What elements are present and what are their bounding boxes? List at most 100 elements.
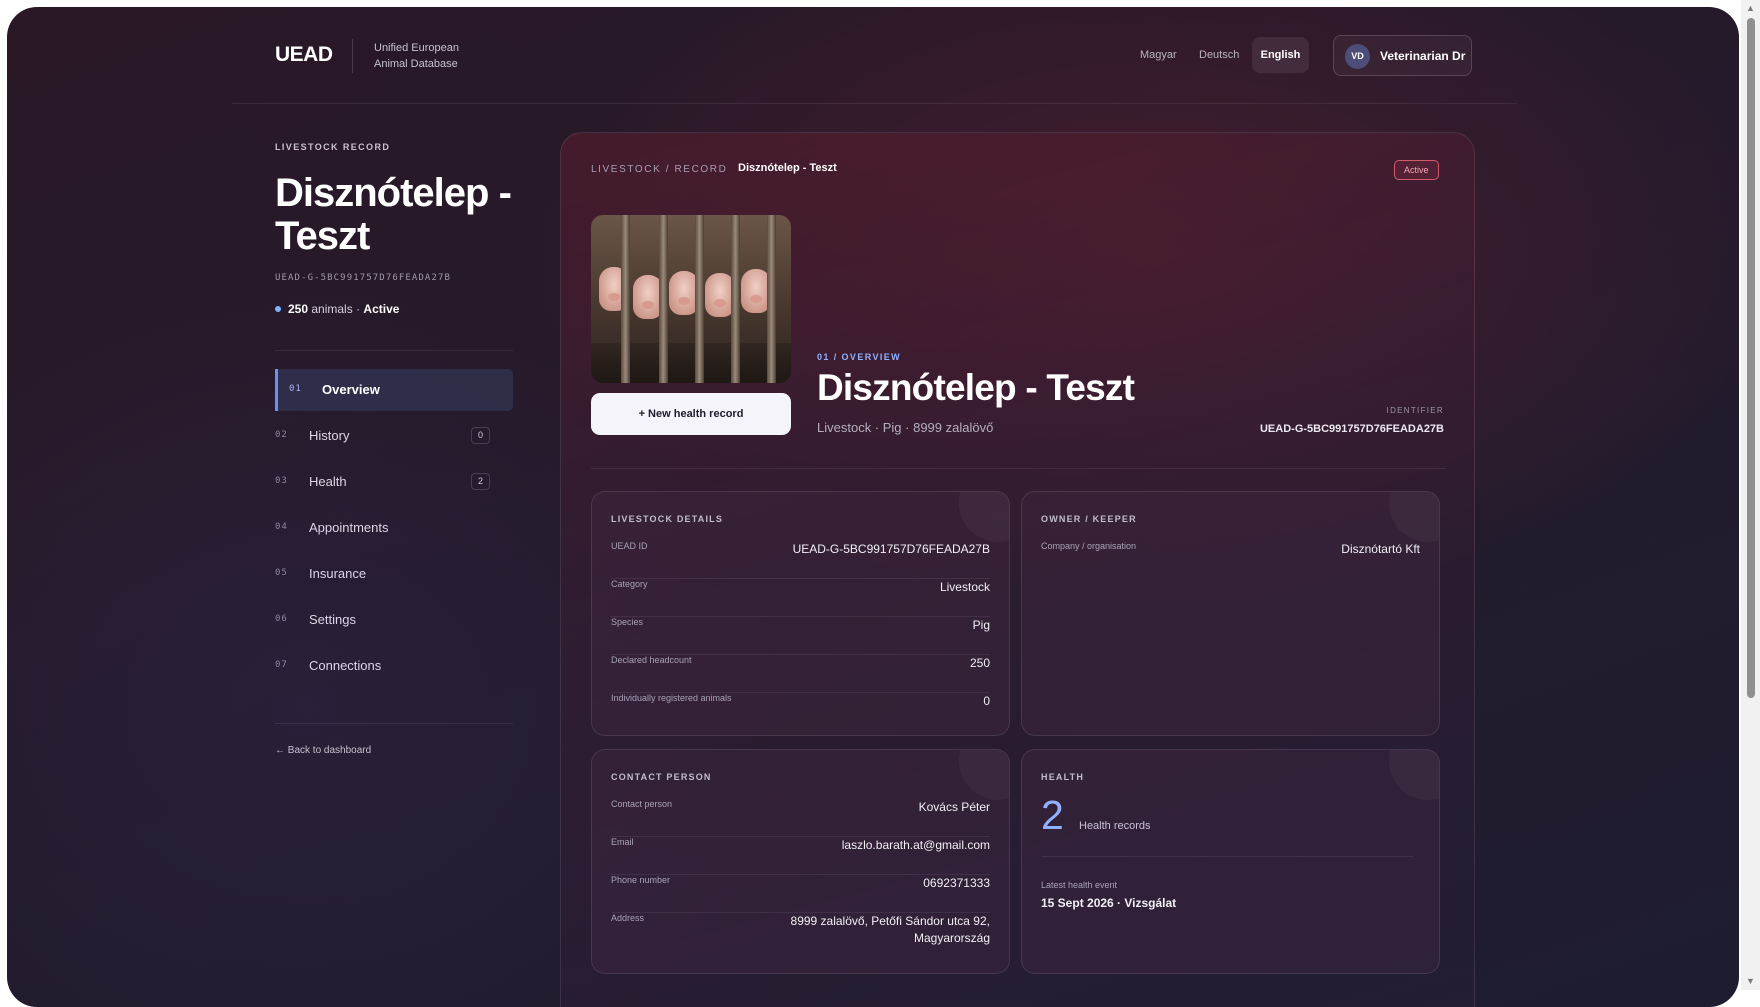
detail-row: UEAD ID UEAD-G-5BC991757D76FEADA27B <box>611 541 990 579</box>
pen-bar <box>659 215 668 383</box>
detail-label: Email <box>611 837 634 847</box>
owner-keeper-card: OWNER / KEEPER Company / organisation Di… <box>1021 491 1440 736</box>
detail-label: Contact person <box>611 799 673 809</box>
app-window: UEAD Unified European Animal Database Ma… <box>7 7 1739 1007</box>
overview-eyebrow: 01 / OVERVIEW <box>817 352 902 362</box>
sidebar-divider-top <box>275 350 513 351</box>
sidebar-item-appointments[interactable]: 04 Appointments <box>275 507 513 549</box>
top-header: UEAD Unified European Animal Database Ma… <box>7 7 1739 103</box>
sidebar-item-history[interactable]: 02 History 0 <box>275 415 513 457</box>
detail-row: Declared headcount 250 <box>611 655 990 693</box>
phone-value[interactable]: 0692371333 <box>923 875 990 892</box>
logo-divider <box>352 39 353 73</box>
user-menu-button[interactable]: VD Veterinarian Dr <box>1333 35 1472 76</box>
address-line-1: 8999 zalalövő, Petőfi Sándor utca 92, <box>790 914 990 928</box>
back-to-dashboard-link[interactable]: ← Back to dashboard <box>275 745 371 756</box>
detail-label: Address <box>611 913 645 923</box>
lang-deutsch[interactable]: Deutsch <box>1199 49 1239 61</box>
health-count: 2 <box>1041 792 1064 838</box>
scroll-up-icon[interactable]: ▲ <box>1741 0 1760 17</box>
sidebar-item-insurance[interactable]: 05 Insurance <box>275 553 513 595</box>
detail-row: Contact person Kovács Péter <box>611 799 990 837</box>
contact-person-card: CONTACT PERSON Contact person Kovács Pét… <box>591 749 1010 974</box>
nav-number: 05 <box>275 568 288 578</box>
health-card: HEALTH 2 Health records Latest health ev… <box>1021 749 1440 974</box>
pen-bar <box>621 215 630 383</box>
detail-value: 250 <box>969 656 990 670</box>
detail-value: 0 <box>983 694 990 708</box>
card-corner-decoration <box>959 492 1009 542</box>
scroll-down-icon[interactable]: ▼ <box>1741 973 1760 990</box>
nav-number: 01 <box>289 384 302 394</box>
status-count: 250 <box>288 302 309 316</box>
detail-label: Declared headcount <box>611 655 692 665</box>
card-corner-decoration <box>1389 750 1439 800</box>
sidebar-eyebrow: LIVESTOCK RECORD <box>275 142 391 152</box>
health-count-label: Health records <box>1079 820 1151 832</box>
tagline: Unified European Animal Database <box>374 40 459 72</box>
nav-label: Appointments <box>309 520 389 535</box>
nav-label: Settings <box>309 612 356 627</box>
detail-label: UEAD ID <box>611 541 648 551</box>
health-divider <box>1041 856 1413 857</box>
breadcrumb-current: Disznótelep - Teszt <box>738 162 837 174</box>
email-value[interactable]: laszlo.barath.at@gmail.com <box>842 837 990 854</box>
detail-value: Disznótartó Kft <box>1341 542 1420 556</box>
sidebar-item-settings[interactable]: 06 Settings <box>275 599 513 641</box>
nav-label: Connections <box>309 658 382 673</box>
latest-event-value: 15 Sept 2026 · Vizsgálat <box>1041 896 1177 910</box>
card-corner-decoration <box>1389 492 1439 542</box>
health-count-badge: 2 <box>471 473 490 490</box>
detail-label: Category <box>611 579 648 589</box>
detail-label: Species <box>611 617 644 627</box>
scroll-thumb[interactable] <box>1747 18 1755 698</box>
breadcrumb[interactable]: LIVESTOCK / RECORD <box>591 164 727 175</box>
avatar: VD <box>1345 44 1370 69</box>
detail-value: Kovács Péter <box>918 800 990 814</box>
nav-number: 02 <box>275 430 288 440</box>
card-corner-decoration <box>959 750 1009 800</box>
nav-label: Health <box>309 474 347 489</box>
detail-value: Pig <box>972 618 990 632</box>
pen-bar <box>731 215 740 383</box>
status-badge: Active <box>1394 160 1439 180</box>
lang-english[interactable]: English <box>1252 37 1309 73</box>
logo[interactable]: UEAD <box>275 43 333 67</box>
sidebar-item-health[interactable]: 03 Health 2 <box>275 461 513 503</box>
identifier-label: IDENTIFIER <box>1386 406 1444 415</box>
sidebar-record-id: UEAD-G-5BC991757D76FEADA27B <box>275 273 451 283</box>
detail-row: Phone number 0692371333 <box>611 875 990 913</box>
nav-number: 06 <box>275 614 288 624</box>
nav-label: History <box>309 428 350 443</box>
detail-label: Individually registered animals <box>611 693 732 703</box>
status-value: Active <box>363 302 400 316</box>
latest-event-label: Latest health event <box>1041 880 1118 890</box>
detail-label: Phone number <box>611 875 671 885</box>
nav-label: Insurance <box>309 566 367 581</box>
sidebar-item-overview[interactable]: 01 Overview <box>275 369 513 411</box>
detail-row: Company / organisation Disznótartó Kft <box>1041 541 1420 579</box>
nav-number: 04 <box>275 522 288 532</box>
lang-magyar[interactable]: Magyar <box>1140 49 1177 61</box>
sidebar-divider-bottom <box>275 723 513 724</box>
detail-row: Category Livestock <box>611 579 990 617</box>
pen-bar <box>767 215 776 383</box>
sidebar-item-connections[interactable]: 07 Connections <box>275 645 513 687</box>
tagline-line-1: Unified European <box>374 42 460 54</box>
identifier-value: UEAD-G-5BC991757D76FEADA27B <box>1259 423 1444 435</box>
new-health-record-button[interactable]: + New health record <box>591 393 791 435</box>
nav-number: 07 <box>275 660 288 670</box>
detail-row: Individually registered animals 0 <box>611 693 990 731</box>
detail-value: UEAD-G-5BC991757D76FEADA27B <box>792 542 990 556</box>
detail-row: Address 8999 zalalövő, Petőfi Sándor utc… <box>611 913 990 963</box>
page-scrollbar[interactable]: ▲ ▼ <box>1741 0 1760 990</box>
livestock-photo <box>591 215 791 383</box>
livestock-details-card: LIVESTOCK DETAILS UEAD ID UEAD-G-5BC9917… <box>591 491 1010 736</box>
detail-label: Company / organisation <box>1041 541 1137 551</box>
pen-bar <box>695 215 704 383</box>
nav-label: Overview <box>322 382 380 397</box>
detail-value: Livestock <box>939 580 990 594</box>
tagline-line-2: Animal Database <box>374 58 458 70</box>
card-title: OWNER / KEEPER <box>1041 514 1137 524</box>
status-unit: animals <box>311 302 353 316</box>
